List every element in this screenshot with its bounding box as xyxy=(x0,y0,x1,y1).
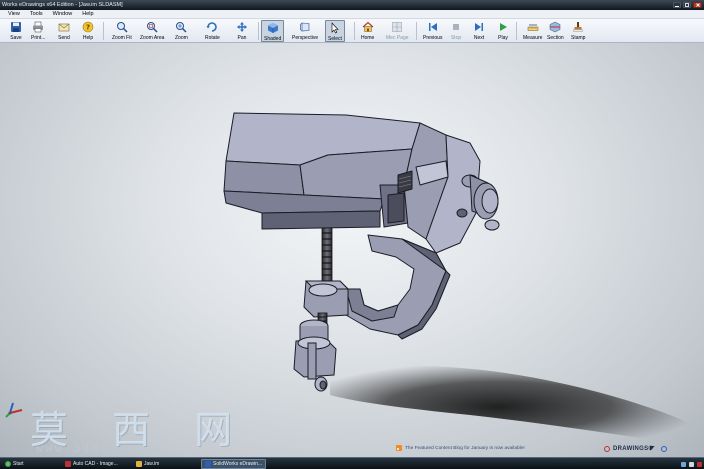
toolbar-separator xyxy=(354,22,355,40)
clamp-block xyxy=(299,280,350,346)
zoom-area-icon xyxy=(146,21,158,33)
brand-mark-icon xyxy=(604,446,610,452)
toolbar-separator xyxy=(258,22,259,40)
clamp-pad xyxy=(293,336,337,392)
main-toolbar: Save Print... Send ? Help Zoom Fit Zoom … xyxy=(0,19,704,43)
next-icon xyxy=(473,21,485,33)
minimize-button[interactable] xyxy=(673,2,681,8)
globe-icon[interactable] xyxy=(661,446,667,452)
stamp-icon xyxy=(572,21,584,33)
close-icon xyxy=(695,3,700,7)
zoom-button[interactable]: Zoom xyxy=(175,20,188,42)
model-shadow xyxy=(330,365,704,448)
graphics-viewport[interactable]: 莫 西 网 www.3dmox.com The Featured Content… xyxy=(0,43,704,457)
home-icon xyxy=(362,21,374,33)
select-button[interactable]: Select xyxy=(325,20,345,42)
rotate-button[interactable]: Rotate xyxy=(205,20,220,42)
menu-window[interactable]: Window xyxy=(48,10,78,18)
rotate-icon xyxy=(206,21,218,33)
vise-body xyxy=(223,112,500,254)
zoom-fit-button[interactable]: Zoom Fit xyxy=(112,20,132,42)
toolbar-separator xyxy=(516,22,517,40)
window-title: Works eDrawings x64 Edition - [Jaw.im SL… xyxy=(2,2,123,8)
mec-page-button[interactable]: Mec Page xyxy=(386,20,409,42)
perspective-button[interactable]: Perspective xyxy=(292,20,318,42)
help-button[interactable]: ? Help xyxy=(82,20,94,42)
network-icon[interactable] xyxy=(681,461,686,467)
zoom-fit-icon xyxy=(116,21,128,33)
viewport-corner-tools xyxy=(650,446,667,452)
maximize-icon xyxy=(685,3,689,7)
previous-icon xyxy=(427,21,439,33)
system-tray xyxy=(681,459,702,469)
measure-button[interactable]: Measure xyxy=(523,20,542,42)
print-button[interactable]: Print... xyxy=(31,20,45,42)
stop-button[interactable]: Stop xyxy=(450,20,462,42)
zoom-area-button[interactable]: Zoom Area xyxy=(140,20,164,42)
menu-view[interactable]: View xyxy=(0,10,25,18)
taskbar: Start Auto CAD - Image... Jaw.im SolidWo… xyxy=(0,457,704,469)
rss-feed-icon xyxy=(396,445,402,451)
envelope-icon xyxy=(58,21,70,33)
vise-model[interactable] xyxy=(0,43,704,457)
printer-icon xyxy=(32,21,44,33)
window-controls xyxy=(673,0,702,10)
axis-triad-icon xyxy=(5,402,23,418)
close-button[interactable] xyxy=(693,2,702,8)
shaded-button[interactable]: Shaded xyxy=(261,20,285,42)
toolbar-separator xyxy=(103,22,104,40)
folder-icon xyxy=(136,461,142,467)
arrow-cursor-icon xyxy=(329,22,341,34)
next-button[interactable]: Next xyxy=(473,20,485,42)
featured-content-link[interactable]: The Featured Content Blog for January is… xyxy=(396,445,525,451)
zoom-icon xyxy=(175,21,187,33)
edrawings-app-icon xyxy=(205,461,211,467)
featured-content-text: The Featured Content Blog for January is… xyxy=(405,445,525,451)
pan-button[interactable]: Pan xyxy=(236,20,248,42)
play-icon xyxy=(497,21,509,33)
title-bar: Works eDrawings x64 Edition - [Jaw.im SL… xyxy=(0,0,704,10)
section-icon xyxy=(549,21,561,33)
minimize-icon xyxy=(675,6,679,7)
taskbar-item-edrawings[interactable]: SolidWorks eDrawin... xyxy=(201,459,267,469)
taskbar-item-autocad[interactable]: Auto CAD - Image... xyxy=(62,459,121,469)
section-button[interactable]: Section xyxy=(547,20,564,42)
pan-icon xyxy=(236,21,248,33)
menu-tools[interactable]: Tools xyxy=(25,10,48,18)
security-icon[interactable] xyxy=(697,461,702,467)
stamp-button[interactable]: Stamp xyxy=(571,20,585,42)
maximize-button[interactable] xyxy=(683,2,691,8)
start-button[interactable]: Start xyxy=(2,459,27,469)
home-button[interactable]: Home xyxy=(361,20,374,42)
volume-icon[interactable] xyxy=(689,461,694,467)
play-button[interactable]: Play xyxy=(497,20,509,42)
floppy-disk-icon xyxy=(10,21,22,33)
svg-text:?: ? xyxy=(86,24,90,32)
ruler-icon xyxy=(527,21,539,33)
menu-help[interactable]: Help xyxy=(77,10,98,18)
help-icon: ? xyxy=(82,21,94,33)
edrawings-logo: DRAWINGS® xyxy=(604,446,653,452)
taskbar-item-jaw[interactable]: Jaw.im xyxy=(133,459,162,469)
previous-button[interactable]: Previous xyxy=(423,20,442,42)
send-button[interactable]: Send xyxy=(58,20,70,42)
pencil-icon[interactable] xyxy=(650,446,656,452)
autocad-app-icon xyxy=(65,461,71,467)
page-grid-icon xyxy=(391,21,403,33)
start-orb-icon xyxy=(5,461,11,467)
perspective-cube-icon xyxy=(299,21,311,33)
toolbar-separator xyxy=(416,22,417,40)
shaded-cube-icon xyxy=(267,22,279,34)
menu-bar: View Tools Window Help xyxy=(0,10,704,19)
stop-icon xyxy=(450,21,462,33)
watermark-url: www.3dmox.com xyxy=(36,441,156,455)
save-button[interactable]: Save xyxy=(10,20,22,42)
